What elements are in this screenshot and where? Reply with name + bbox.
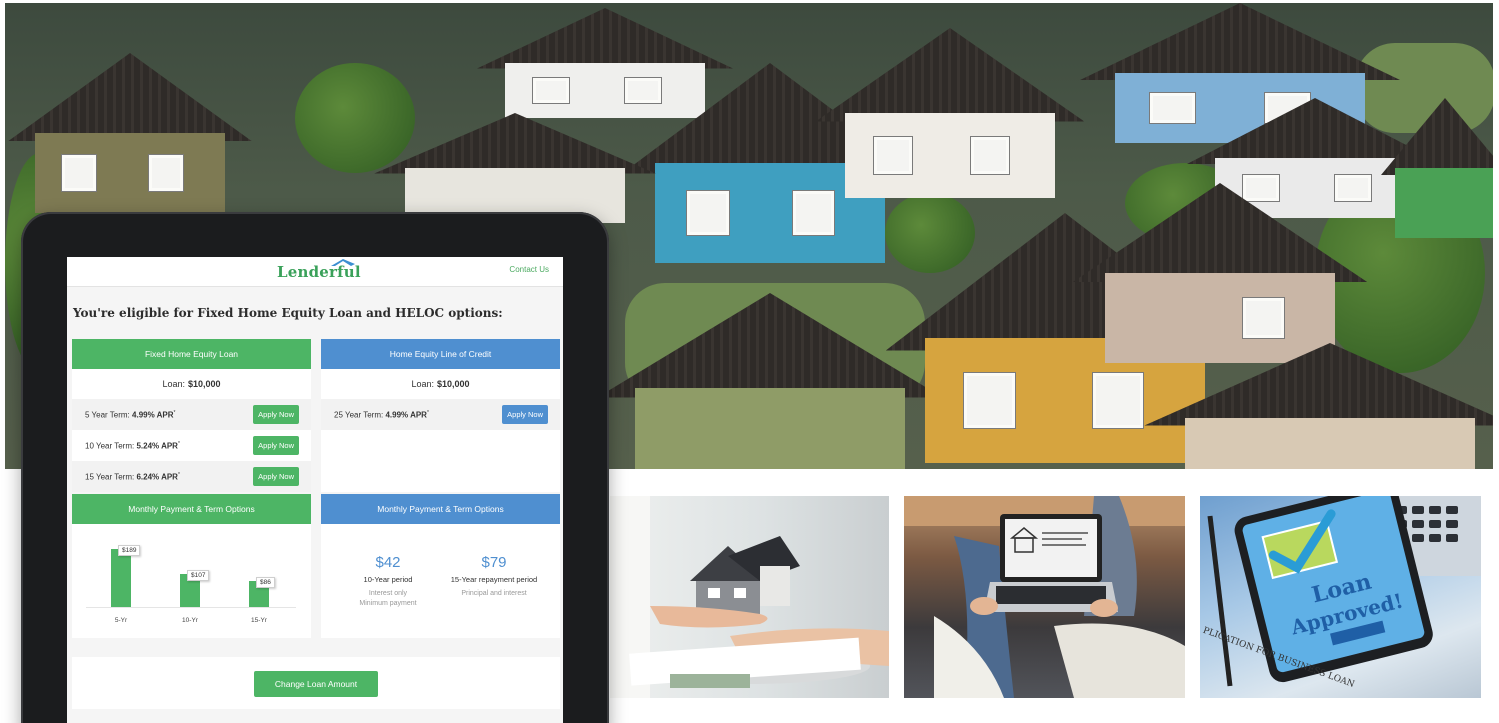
phone-illustration: Loan Approved! PLICATION FOR BUSINESS LO… xyxy=(1201,496,1481,690)
payment-note-line: Interest only xyxy=(368,590,408,597)
top-nav-bar: Lenderful Contact Us xyxy=(67,257,563,287)
payment-note-line: Principal and interest xyxy=(461,590,527,597)
payment-note: Interest only Minimum payment xyxy=(333,589,443,609)
loan-amount-value: $10,000 xyxy=(436,379,470,389)
monthly-payment-bar-chart: $189 5-Yr $107 10-Yr $86 15-Yr xyxy=(72,525,309,637)
marketing-collage: Loan Approved! PLICATION FOR BUSINESS LO… xyxy=(0,0,1499,723)
payment-amount: $42 xyxy=(375,554,401,571)
house-model-illustration xyxy=(610,496,889,698)
chart-value-label: $107 xyxy=(187,570,210,581)
chart-value-label: $189 xyxy=(118,545,141,556)
loan-label: Loan: xyxy=(162,379,185,389)
logo-roof-icon xyxy=(331,259,355,266)
heloc-payment-panel: Monthly Payment & Term Options $42 10-Ye… xyxy=(321,494,560,638)
term-row-15yr: 15 Year Term: 6.24% APR* Apply Now xyxy=(72,461,311,492)
fixed-payment-title: Monthly Payment & Term Options xyxy=(72,494,311,524)
loan-amount-value: $10,000 xyxy=(187,379,221,389)
term-text: 5 Year Term: 4.99% APR* xyxy=(85,409,176,420)
payment-amount: $79 xyxy=(481,554,507,571)
term-text: 15 Year Term: 6.24% APR* xyxy=(85,471,180,482)
term-text: 25 Year Term: 4.99% APR* xyxy=(334,409,429,420)
loan-approved-phone-photo: Loan Approved! PLICATION FOR BUSINESS LO… xyxy=(1200,496,1481,698)
fixed-loan-amount: Loan: $10,000 xyxy=(72,369,311,399)
payment-period: 10-Year period xyxy=(363,575,413,584)
change-loan-amount-button[interactable]: Change Loan Amount xyxy=(254,671,378,697)
term-text: 10 Year Term: 5.24% APR* xyxy=(85,440,180,451)
heloc-title: Home Equity Line of Credit xyxy=(321,339,560,369)
apply-now-button-15yr[interactable]: Apply Now xyxy=(253,467,299,486)
chart-bar-5-Yr xyxy=(111,549,131,607)
payment-note-line: Minimum payment xyxy=(359,600,417,607)
chart-x-label: 5-Yr xyxy=(114,617,128,624)
fixed-loan-panel: Fixed Home Equity Loan Loan: $10,000 5 Y… xyxy=(72,339,311,492)
payment-note: Principal and interest xyxy=(439,589,549,599)
heloc-loan-amount: Loan: $10,000 xyxy=(321,369,560,399)
apply-now-button-5yr[interactable]: Apply Now xyxy=(253,405,299,424)
term-row-5yr: 5 Year Term: 4.99% APR* Apply Now xyxy=(72,399,311,430)
heloc-term-row-25yr: 25 Year Term: 4.99% APR* Apply Now xyxy=(321,399,560,430)
contact-us-link[interactable]: Contact Us xyxy=(509,265,549,274)
hand-holding-house-photo xyxy=(610,496,889,698)
payment-option-15yr: $79 15-Year repayment period Principal a… xyxy=(439,554,549,599)
payment-option-10yr: $42 10-Year period Interest only Minimum… xyxy=(333,554,443,609)
heloc-panel: Home Equity Line of Credit Loan: $10,000… xyxy=(321,339,560,492)
eligibility-heading: You're eligible for Fixed Home Equity Lo… xyxy=(73,306,503,320)
fixed-payment-panel: Monthly Payment & Term Options $189 5-Yr $… xyxy=(72,494,311,638)
chart-baseline xyxy=(86,607,296,608)
chart-value-label: $86 xyxy=(256,577,275,588)
term-row-10yr: 10 Year Term: 5.24% APR* Apply Now xyxy=(72,430,311,461)
laptop-illustration xyxy=(904,496,1185,698)
chart-x-label: 10-Yr xyxy=(182,617,198,624)
payment-period: 15-Year repayment period xyxy=(450,575,538,584)
chart-x-label: 15-Yr xyxy=(251,617,267,624)
lenderful-app-screen: Lenderful Contact Us You're eligible for… xyxy=(67,257,563,723)
couple-laptop-photo xyxy=(904,496,1185,698)
change-amount-section: Change Loan Amount xyxy=(72,657,560,709)
apply-now-button-10yr[interactable]: Apply Now xyxy=(253,436,299,455)
apply-now-button-heloc[interactable]: Apply Now xyxy=(502,405,548,424)
loan-label: Loan: xyxy=(411,379,434,389)
fixed-loan-title: Fixed Home Equity Loan xyxy=(72,339,311,369)
heloc-payment-title: Monthly Payment & Term Options xyxy=(321,494,560,524)
